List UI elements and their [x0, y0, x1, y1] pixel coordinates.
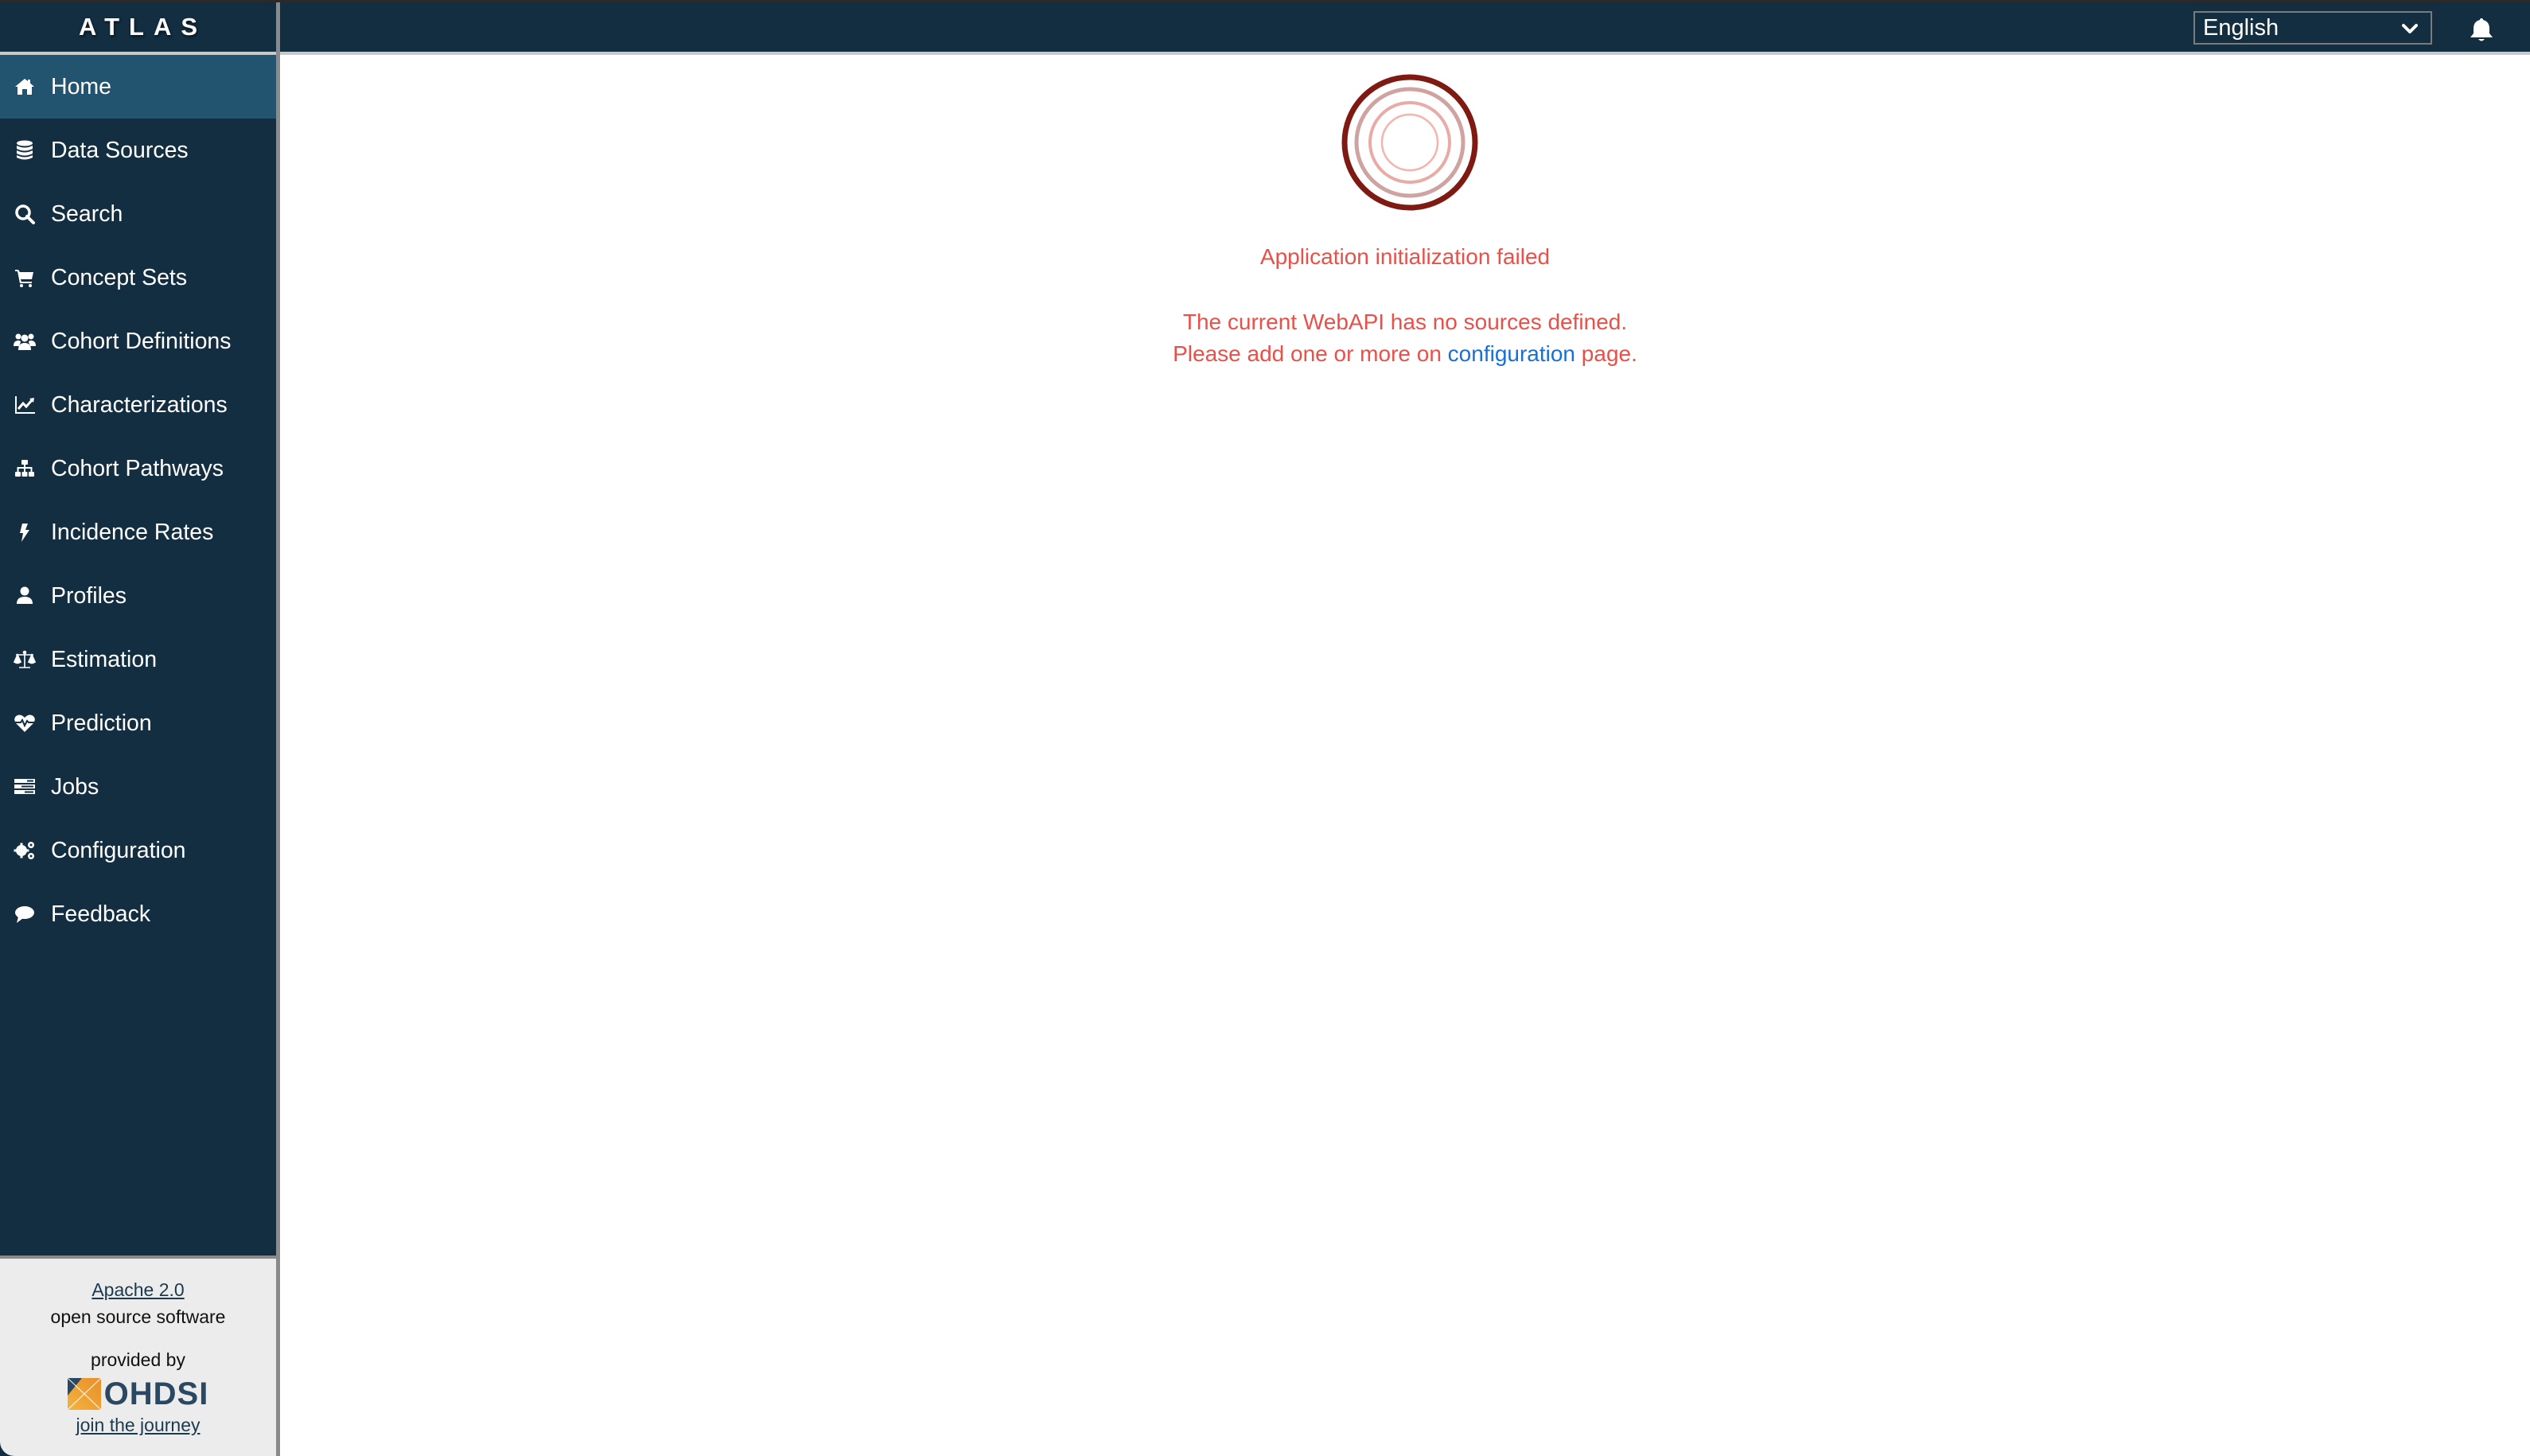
top-header: English [280, 2, 2530, 55]
loading-spinner-icon [1341, 74, 1478, 211]
database-icon [0, 139, 51, 162]
sidebar-item-label: Concept Sets [51, 264, 188, 290]
app-brand[interactable]: ATLAS [0, 2, 276, 55]
heartbeat-icon [0, 712, 51, 734]
bolt-icon [0, 521, 51, 543]
sitemap-icon [0, 457, 51, 480]
balance-scale-icon [0, 648, 51, 671]
sidebar-item-feedback[interactable]: Feedback [0, 882, 276, 946]
sidebar-item-label: Cohort Definitions [51, 328, 232, 354]
sidebar-item-prediction[interactable]: Prediction [0, 691, 276, 755]
provided-by-text: provided by [91, 1349, 185, 1370]
configuration-link[interactable]: configuration [1448, 341, 1575, 366]
sidebar-item-label: Profiles [51, 582, 127, 609]
error-title: Application initialization failed [1259, 244, 1551, 269]
sidebar-footer: Apache 2.0 open source software provided… [0, 1256, 276, 1456]
home-icon [0, 76, 51, 98]
main-content: Application initialization failed The cu… [280, 58, 2530, 1456]
language-select[interactable]: English [2193, 11, 2432, 45]
search-icon [0, 203, 51, 225]
sidebar-nav: Home Data Sources Search Concept Sets Co… [0, 55, 276, 946]
error-instruction: Please add one or more on configuration … [280, 341, 2530, 367]
ohdsi-logo[interactable]: OHDSI [0, 1376, 276, 1411]
license-link[interactable]: Apache 2.0 [91, 1279, 184, 1300]
sidebar-item-incidence-rates[interactable]: Incidence Rates [0, 500, 276, 564]
bell-icon[interactable] [2470, 17, 2493, 42]
user-icon [0, 585, 51, 607]
line-chart-icon [0, 394, 51, 416]
sidebar-item-label: Configuration [51, 837, 186, 863]
sidebar-item-cohort-pathways[interactable]: Cohort Pathways [0, 437, 276, 500]
sidebar-item-label: Data Sources [51, 137, 189, 163]
sidebar-item-characterizations[interactable]: Characterizations [0, 373, 276, 437]
ohdsi-logo-icon [67, 1378, 101, 1410]
sidebar-item-label: Characterizations [51, 391, 228, 418]
language-select-value: English [2203, 14, 2279, 41]
error-instruction-suffix: page. [1575, 341, 1637, 366]
sidebar-item-estimation[interactable]: Estimation [0, 628, 276, 691]
sidebar-item-profiles[interactable]: Profiles [0, 564, 276, 628]
sidebar-item-label: Prediction [51, 710, 152, 736]
error-message: The current WebAPI has no sources define… [1182, 309, 1628, 334]
sidebar-item-label: Jobs [51, 773, 99, 800]
sidebar-item-label: Incidence Rates [51, 519, 214, 545]
join-the-journey-link[interactable]: join the journey [76, 1415, 200, 1435]
sidebar-item-jobs[interactable]: Jobs [0, 755, 276, 819]
sidebar-item-label: Home [51, 73, 112, 99]
sidebar-item-label: Cohort Pathways [51, 455, 224, 481]
sidebar-item-label: Search [51, 200, 123, 227]
sidebar-item-label: Estimation [51, 646, 158, 672]
users-icon [0, 330, 51, 352]
cogs-icon [0, 839, 51, 862]
sidebar-item-data-sources[interactable]: Data Sources [0, 119, 276, 182]
sidebar-item-configuration[interactable]: Configuration [0, 819, 276, 882]
sidebar-item-concept-sets[interactable]: Concept Sets [0, 246, 276, 309]
ohdsi-name: OHDSI [103, 1376, 209, 1411]
error-instruction-prefix: Please add one or more on [1173, 341, 1448, 366]
sidebar-item-cohort-definitions[interactable]: Cohort Definitions [0, 309, 276, 373]
sidebar: ATLAS Home Data Sources Search Concept S… [0, 2, 280, 1456]
shopping-cart-icon [0, 267, 51, 289]
sidebar-item-home[interactable]: Home [0, 55, 276, 119]
sidebar-item-label: Feedback [51, 901, 151, 927]
chevron-down-icon [2402, 24, 2418, 33]
license-text: open source software [50, 1306, 226, 1327]
comment-icon [0, 903, 51, 925]
tasks-icon [0, 776, 51, 798]
sidebar-item-search[interactable]: Search [0, 182, 276, 246]
